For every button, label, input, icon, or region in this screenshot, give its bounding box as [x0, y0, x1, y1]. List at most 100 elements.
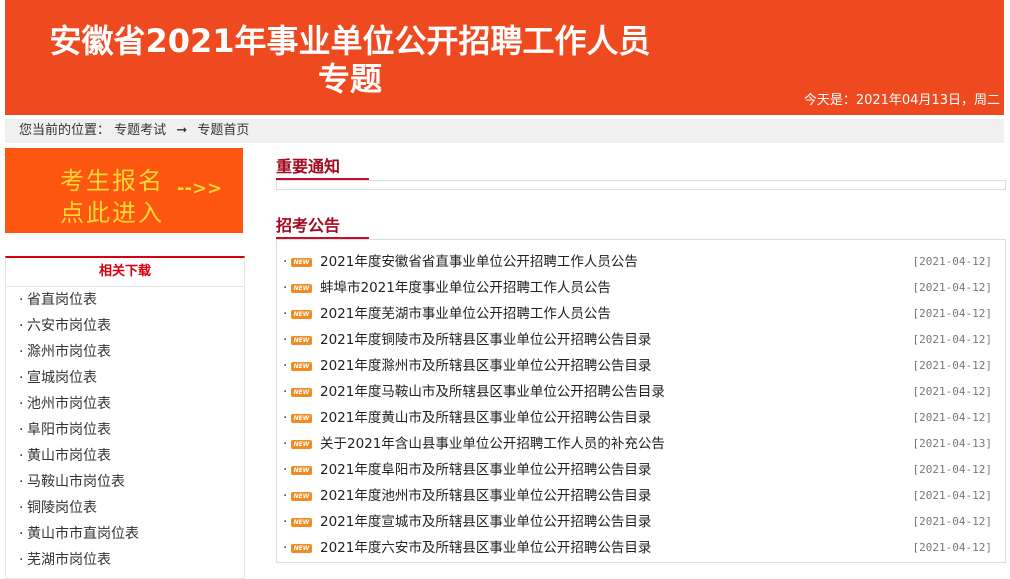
new-badge-icon: NEW [291, 362, 312, 371]
announcement-date: [2021-04-12] [912, 281, 992, 294]
announcement-title[interactable]: 2021年度六安市及所辖县区事业单位公开招聘公告目录 [320, 535, 651, 561]
download-label: 宣城岗位表 [27, 370, 97, 386]
bullet-icon: · [283, 410, 288, 426]
announcement-row[interactable]: · NEW 2021年度阜阳市及所辖县区事业单位公开招聘公告目录 [2021-04-1… [277, 457, 992, 483]
announcement-title[interactable]: 关于2021年含山县事业单位公开招聘工作人员的补充公告 [320, 431, 665, 457]
bullet-icon: · [19, 526, 24, 542]
announcement-title[interactable]: 2021年度黄山市及所辖县区事业单位公开招聘公告目录 [320, 405, 651, 431]
bullet-icon: · [283, 332, 288, 348]
download-label: 黄山市岗位表 [27, 448, 111, 464]
announcement-row[interactable]: · NEW 2021年度铜陵市及所辖县区事业单位公开招聘公告目录 [2021-04-1… [277, 327, 992, 353]
bullet-icon: · [283, 358, 288, 374]
download-label: 马鞍山市岗位表 [27, 474, 125, 490]
breadcrumb-link-exams[interactable]: 专题考试 [114, 119, 166, 143]
announcement-title[interactable]: 2021年度宣城市及所辖县区事业单位公开招聘公告目录 [320, 509, 651, 535]
bullet-icon: · [283, 254, 288, 270]
announcement-date: [2021-04-12] [912, 463, 992, 476]
bullet-icon: · [19, 474, 24, 490]
announcement-row[interactable]: · NEW 2021年度池州市及所辖县区事业单位公开招聘公告目录 [2021-04-1… [277, 483, 992, 509]
breadcrumb: 您当前的位置： 专题考试 ➞ 专题首页 [5, 119, 1004, 143]
announcement-row[interactable]: · NEW 2021年度宣城市及所辖县区事业单位公开招聘公告目录 [2021-04-1… [277, 509, 992, 535]
download-item[interactable]: · 马鞍山市岗位表 [6, 469, 244, 495]
announcement-title[interactable]: 2021年度滁州市及所辖县区事业单位公开招聘公告目录 [320, 353, 651, 379]
bullet-icon: · [19, 396, 24, 412]
bullet-icon: · [283, 462, 288, 478]
bullet-icon: · [283, 514, 288, 530]
register-entry-button[interactable]: 考生报名 点此进入 -->> [5, 148, 243, 233]
announcement-title[interactable]: 2021年度铜陵市及所辖县区事业单位公开招聘公告目录 [320, 327, 651, 353]
bullet-icon: · [283, 488, 288, 504]
download-label: 芜湖市岗位表 [27, 552, 111, 568]
announcement-row[interactable]: · NEW 2021年度芜湖市事业单位公开招聘工作人员公告 [2021-04-12] [277, 301, 992, 327]
bullet-icon: · [283, 436, 288, 452]
register-sublabel: 点此进入 [60, 199, 164, 227]
download-item[interactable]: · 六安市岗位表 [6, 313, 244, 339]
download-item[interactable]: · 芜湖市岗位表 [6, 547, 244, 573]
bullet-icon: · [19, 370, 24, 386]
bullet-icon: · [19, 344, 24, 360]
announcements-title: 招考公告 [276, 216, 341, 235]
bullet-icon: · [19, 448, 24, 464]
bullet-icon: · [283, 280, 288, 296]
announcement-date: [2021-04-12] [912, 359, 992, 372]
announcement-title[interactable]: 2021年度芜湖市事业单位公开招聘工作人员公告 [320, 301, 611, 327]
notices-title: 重要通知 [276, 157, 341, 176]
breadcrumb-link-home[interactable]: 专题首页 [197, 119, 249, 143]
announcement-title[interactable]: 2021年度安徽省省直事业单位公开招聘工作人员公告 [320, 249, 638, 275]
download-label: 黄山市市直岗位表 [27, 526, 139, 542]
bullet-icon: · [19, 318, 24, 334]
announcement-row[interactable]: · NEW 2021年度马鞍山市及所辖县区事业单位公开招聘公告目录 [2021-04-… [277, 379, 992, 405]
download-label: 省直岗位表 [27, 292, 97, 308]
new-badge-icon: NEW [291, 414, 312, 423]
announcement-row[interactable]: · NEW 2021年度黄山市及所辖县区事业单位公开招聘公告目录 [2021-04-1… [277, 405, 992, 431]
download-label: 六安市岗位表 [27, 318, 111, 334]
announcement-row[interactable]: · NEW 2021年度六安市及所辖县区事业单位公开招聘公告目录 [2021-04-1… [277, 535, 992, 561]
new-badge-icon: NEW [291, 284, 312, 293]
title-line-2: 专题 [317, 60, 382, 98]
announcement-date: [2021-04-12] [912, 307, 992, 320]
announcement-row[interactable]: · NEW 关于2021年含山县事业单位公开招聘工作人员的补充公告 [2021-04-… [277, 431, 992, 457]
announcement-date: [2021-04-12] [912, 541, 992, 554]
bullet-icon: · [283, 384, 288, 400]
download-item[interactable]: · 阜阳市岗位表 [6, 417, 244, 443]
arrow-icon: -->> [177, 178, 223, 199]
new-badge-icon: NEW [291, 258, 312, 267]
download-item[interactable]: · 宣城岗位表 [6, 365, 244, 391]
download-label: 铜陵岗位表 [27, 500, 97, 516]
bullet-icon: · [19, 552, 24, 568]
download-item[interactable]: · 黄山市市直岗位表 [6, 521, 244, 547]
bullet-icon: · [19, 292, 24, 308]
bullet-icon: · [19, 422, 24, 438]
download-item[interactable]: · 滁州市岗位表 [6, 339, 244, 365]
announcement-row[interactable]: · NEW 2021年度滁州市及所辖县区事业单位公开招聘公告目录 [2021-04-1… [277, 353, 992, 379]
download-item[interactable]: · 黄山市岗位表 [6, 443, 244, 469]
new-badge-icon: NEW [291, 336, 312, 345]
announcement-date: [2021-04-12] [912, 515, 992, 528]
new-badge-icon: NEW [291, 310, 312, 319]
breadcrumb-lead: 您当前的位置： [19, 123, 111, 138]
announcement-date: [2021-04-12] [912, 385, 992, 398]
announcement-title[interactable]: 蚌埠市2021年度事业单位公开招聘工作人员公告 [320, 275, 611, 301]
bullet-icon: · [283, 306, 288, 322]
download-item[interactable]: · 省直岗位表 [6, 287, 244, 313]
announcement-title[interactable]: 2021年度阜阳市及所辖县区事业单位公开招聘公告目录 [320, 457, 651, 483]
announcement-row[interactable]: · NEW 2021年度安徽省省直事业单位公开招聘工作人员公告 [2021-04-12… [277, 249, 992, 275]
downloads-title: 相关下载 [6, 258, 244, 287]
download-label: 滁州市岗位表 [27, 344, 111, 360]
new-badge-icon: NEW [291, 518, 312, 527]
announcements-list: · NEW 2021年度安徽省省直事业单位公开招聘工作人员公告 [2021-04-12… [277, 249, 992, 561]
announcement-title[interactable]: 2021年度马鞍山市及所辖县区事业单位公开招聘公告目录 [320, 379, 665, 405]
download-label: 阜阳市岗位表 [27, 422, 111, 438]
new-badge-icon: NEW [291, 466, 312, 475]
download-label: 池州市岗位表 [27, 396, 111, 412]
bullet-icon: · [19, 500, 24, 516]
announcement-date: [2021-04-12] [912, 333, 992, 346]
page-title: 安徽省2021年事业单位公开招聘工作人员 专题 [25, 22, 675, 98]
download-item[interactable]: · 池州市岗位表 [6, 391, 244, 417]
announcement-date: [2021-04-12] [912, 489, 992, 502]
announcement-row[interactable]: · NEW 蚌埠市2021年度事业单位公开招聘工作人员公告 [2021-04-12] [277, 275, 992, 301]
register-label: 考生报名 [60, 167, 164, 195]
announcement-title[interactable]: 2021年度池州市及所辖县区事业单位公开招聘公告目录 [320, 483, 651, 509]
download-item[interactable]: · 铜陵岗位表 [6, 495, 244, 521]
header-banner: 安徽省2021年事业单位公开招聘工作人员 专题 今天是：2021年04月13日，… [5, 0, 1004, 115]
